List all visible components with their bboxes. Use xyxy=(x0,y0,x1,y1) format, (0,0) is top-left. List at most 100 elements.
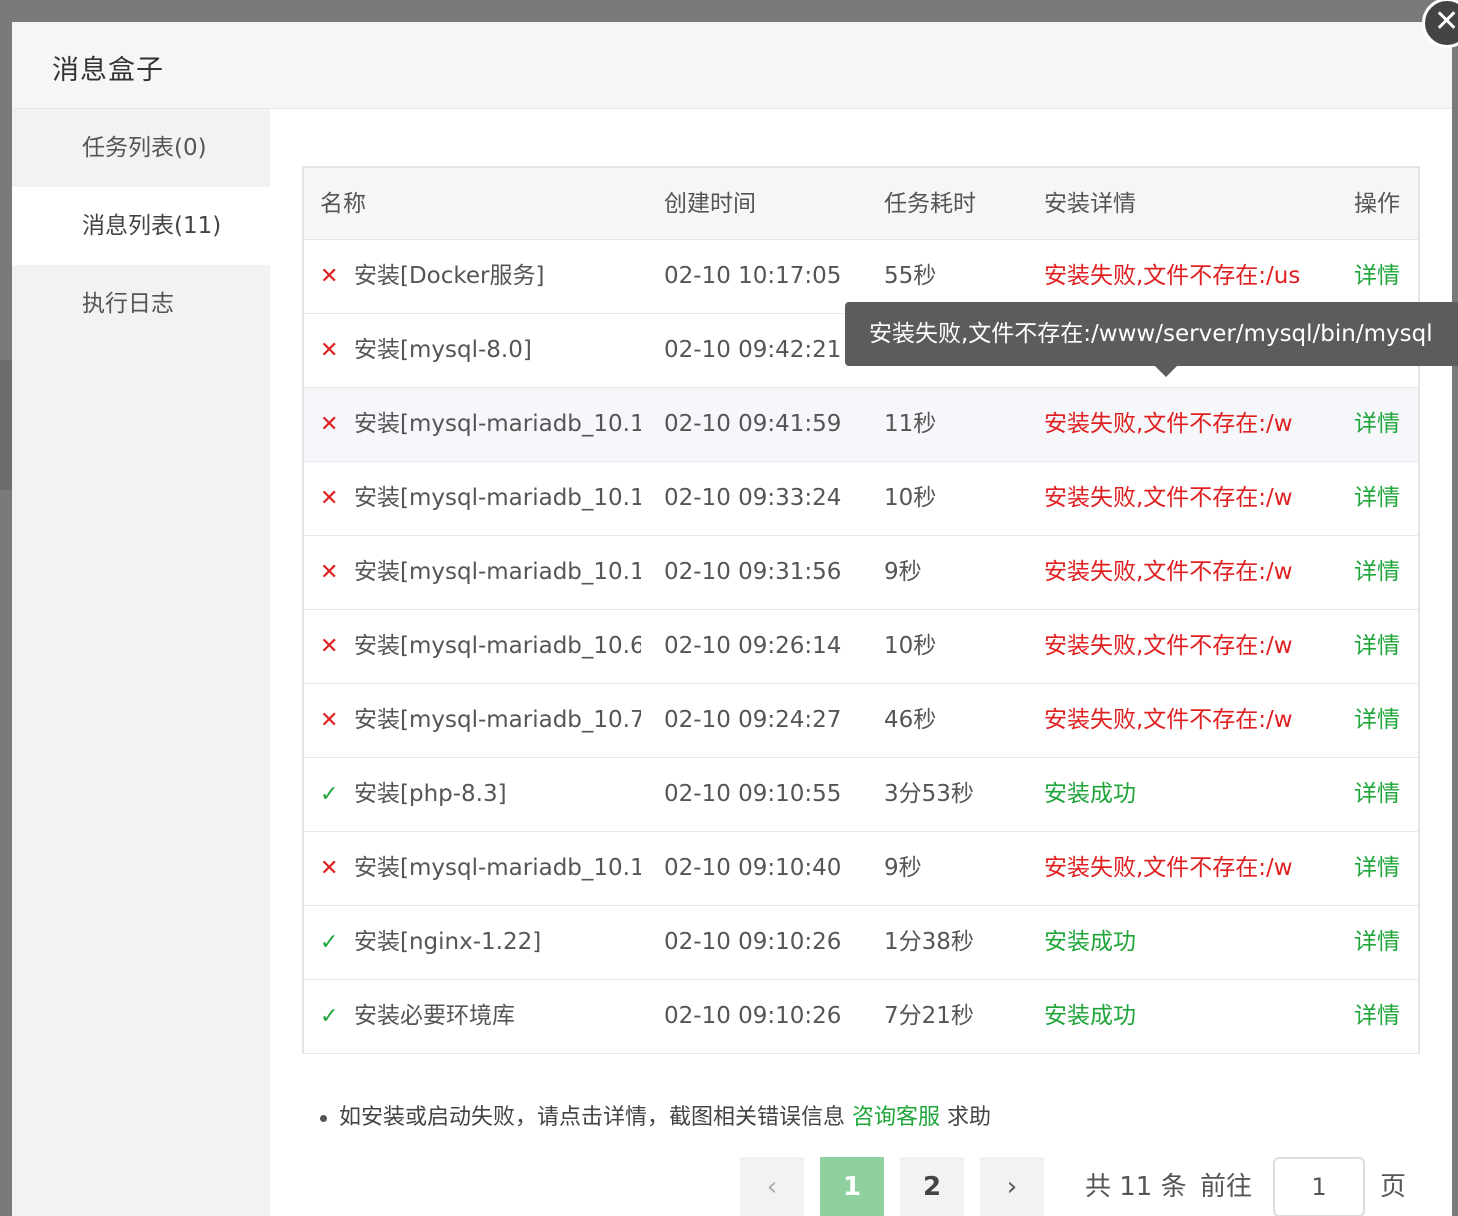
table-row: ✕ 安装[mysql-mariadb_10.1 02-10 09:41:59 11秒 安… xyxy=(304,388,1418,462)
detail-link[interactable]: 详情 xyxy=(1354,684,1414,757)
task-name: 安装[mysql-mariadb_10.1 xyxy=(354,559,641,585)
page-button-1[interactable]: 1 xyxy=(820,1157,884,1216)
detail-link[interactable]: 详情 xyxy=(1354,758,1414,831)
task-name: 安装[mysql-mariadb_10.1 xyxy=(354,485,641,511)
dialog-title: 消息盒子 xyxy=(52,55,164,86)
column-header-duration: 任务耗时 xyxy=(884,191,976,217)
install-detail: 安装成功 xyxy=(1044,781,1136,807)
task-name: 安装[mysql-mariadb_10.1 xyxy=(354,855,641,881)
message-box-dialog: 消息盒子 任务列表(0) 消息列表(11) 执行日志 名称 创建时间 任务耗时 … xyxy=(12,22,1452,1216)
task-duration: 10秒 xyxy=(884,633,937,659)
column-header-time: 创建时间 xyxy=(664,191,756,217)
fail-cross-icon: ✕ xyxy=(320,486,339,511)
table-row: ✓ 安装必要环境库 02-10 09:10:26 7分21秒 安装成功 详情 xyxy=(304,980,1418,1054)
table-row: ✕ 安装[mysql-mariadb_10.7 02-10 09:24:27 46秒 安… xyxy=(304,684,1418,758)
install-detail: 安装成功 xyxy=(1044,1003,1136,1029)
page-unit-label: 页 xyxy=(1380,1172,1407,1202)
task-name: 安装[mysql-mariadb_10.6 xyxy=(354,633,641,659)
install-detail: 安装失败,文件不存在:/w xyxy=(1044,855,1293,881)
fail-cross-icon: ✕ xyxy=(320,634,339,659)
table-row: ✕ 安装[mysql-mariadb_10.1 02-10 09:10:40 9秒 安装… xyxy=(304,832,1418,906)
created-time: 02-10 09:33:24 xyxy=(664,485,842,511)
created-time: 02-10 09:10:55 xyxy=(664,781,842,807)
message-table: 名称 创建时间 任务耗时 安装详情 操作 ✕ 安装[Docker服务] 02-10 … xyxy=(302,166,1420,1054)
created-time: 02-10 09:26:14 xyxy=(664,633,842,659)
column-header-name: 名称 xyxy=(320,191,366,217)
task-name: 安装[mysql-mariadb_10.7 xyxy=(354,707,641,733)
detail-link[interactable]: 详情 xyxy=(1354,610,1414,683)
install-detail: 安装失败,文件不存在:/w xyxy=(1044,559,1293,585)
detail-link[interactable]: 详情 xyxy=(1354,536,1414,609)
sidebar: 任务列表(0) 消息列表(11) 执行日志 xyxy=(12,109,270,1216)
created-time: 02-10 09:31:56 xyxy=(664,559,842,585)
install-detail: 安装失败,文件不存在:/w xyxy=(1044,707,1293,733)
detail-link[interactable]: 详情 xyxy=(1354,388,1414,461)
goto-label: 前往 xyxy=(1200,1172,1253,1202)
install-detail: 安装失败,文件不存在:/w xyxy=(1044,411,1293,437)
fail-cross-icon: ✕ xyxy=(320,338,339,363)
fail-cross-icon: ✕ xyxy=(320,264,339,289)
created-time: 02-10 09:41:59 xyxy=(664,411,842,437)
table-header: 名称 创建时间 任务耗时 安装详情 操作 xyxy=(304,168,1418,240)
column-header-op: 操作 xyxy=(1354,191,1400,217)
task-duration: 1分38秒 xyxy=(884,929,974,955)
table-row: ✓ 安装[php-8.3] 02-10 09:10:55 3分53秒 安装成功 详情 xyxy=(304,758,1418,832)
next-page-button[interactable]: › xyxy=(980,1157,1044,1216)
install-detail: 安装失败,文件不存在:/w xyxy=(1044,485,1293,511)
table-row: ✕ 安装[mysql-mariadb_10.6 02-10 09:26:14 10秒 安… xyxy=(304,610,1418,684)
task-duration: 3分53秒 xyxy=(884,781,974,807)
table-row: ✕ 安装[mysql-mariadb_10.1 02-10 09:33:24 10秒 安… xyxy=(304,462,1418,536)
task-name: 安装[php-8.3] xyxy=(354,781,507,807)
detail-link[interactable]: 详情 xyxy=(1354,906,1414,979)
task-name: 安装[mysql-mariadb_10.1 xyxy=(354,411,641,437)
created-time: 02-10 09:10:26 xyxy=(664,929,842,955)
task-duration: 9秒 xyxy=(884,855,922,881)
dialog-header: 消息盒子 xyxy=(12,22,1452,109)
success-check-icon: ✓ xyxy=(320,930,339,955)
created-time: 02-10 09:24:27 xyxy=(664,707,842,733)
total-count: 共 11 条 xyxy=(1085,1172,1187,1202)
created-time: 02-10 10:17:05 xyxy=(664,263,842,289)
page-button-2[interactable]: 2 xyxy=(900,1157,964,1216)
help-note-text: 如安装或启动失败，请点击详情，截图相关错误信息 xyxy=(339,1105,846,1130)
content-area: 名称 创建时间 任务耗时 安装详情 操作 ✕ 安装[Docker服务] 02-10 … xyxy=(270,109,1452,1216)
table-row: ✓ 安装[nginx-1.22] 02-10 09:10:26 1分38秒 安装成功 详情 xyxy=(304,906,1418,980)
detail-link[interactable]: 详情 xyxy=(1354,832,1414,905)
success-check-icon: ✓ xyxy=(320,1004,339,1029)
column-header-detail: 安装详情 xyxy=(1044,191,1136,217)
task-name: 安装[mysql-8.0] xyxy=(354,337,532,363)
fail-cross-icon: ✕ xyxy=(320,412,339,437)
created-time: 02-10 09:10:26 xyxy=(664,1003,842,1029)
close-icon: ✕ xyxy=(1434,4,1458,39)
fail-cross-icon: ✕ xyxy=(320,560,339,585)
task-name: 安装[nginx-1.22] xyxy=(354,929,542,955)
table-row: ✕ 安装[mysql-mariadb_10.1 02-10 09:31:56 9秒 安装… xyxy=(304,536,1418,610)
task-duration: 11秒 xyxy=(884,411,937,437)
task-duration: 7分21秒 xyxy=(884,1003,974,1029)
detail-link[interactable]: 详情 xyxy=(1354,980,1414,1053)
task-duration: 9秒 xyxy=(884,559,922,585)
contact-support-link[interactable]: 咨询客服 xyxy=(852,1105,940,1130)
pagination: ‹ 1 2 › 共 11 条 前往 页 xyxy=(270,1157,1452,1216)
fail-cross-icon: ✕ xyxy=(320,856,339,881)
task-duration: 46秒 xyxy=(884,707,937,733)
task-duration: 10秒 xyxy=(884,485,937,511)
tooltip-arrow xyxy=(1154,365,1178,377)
bullet-icon xyxy=(320,1114,327,1122)
detail-tooltip: 安装失败,文件不存在:/www/server/mysql/bin/mysql xyxy=(845,302,1458,366)
task-name: 安装[Docker服务] xyxy=(354,263,545,289)
help-note: 如安装或启动失败，请点击详情，截图相关错误信息 咨询客服 求助 xyxy=(320,1099,991,1131)
created-time: 02-10 09:42:21 xyxy=(664,337,842,363)
install-detail: 安装失败,文件不存在:/w xyxy=(1044,633,1293,659)
fail-cross-icon: ✕ xyxy=(320,708,339,733)
help-note-suffix: 求助 xyxy=(947,1105,992,1130)
install-detail: 安装成功 xyxy=(1044,929,1136,955)
sidebar-item-task-list[interactable]: 任务列表(0) xyxy=(12,109,270,187)
prev-page-button[interactable]: ‹ xyxy=(740,1157,804,1216)
detail-link[interactable]: 详情 xyxy=(1354,462,1414,535)
goto-page-input[interactable] xyxy=(1273,1157,1365,1216)
task-name: 安装必要环境库 xyxy=(354,1003,515,1029)
success-check-icon: ✓ xyxy=(320,782,339,807)
sidebar-item-message-list[interactable]: 消息列表(11) xyxy=(12,187,270,265)
sidebar-item-exec-log[interactable]: 执行日志 xyxy=(12,265,270,343)
